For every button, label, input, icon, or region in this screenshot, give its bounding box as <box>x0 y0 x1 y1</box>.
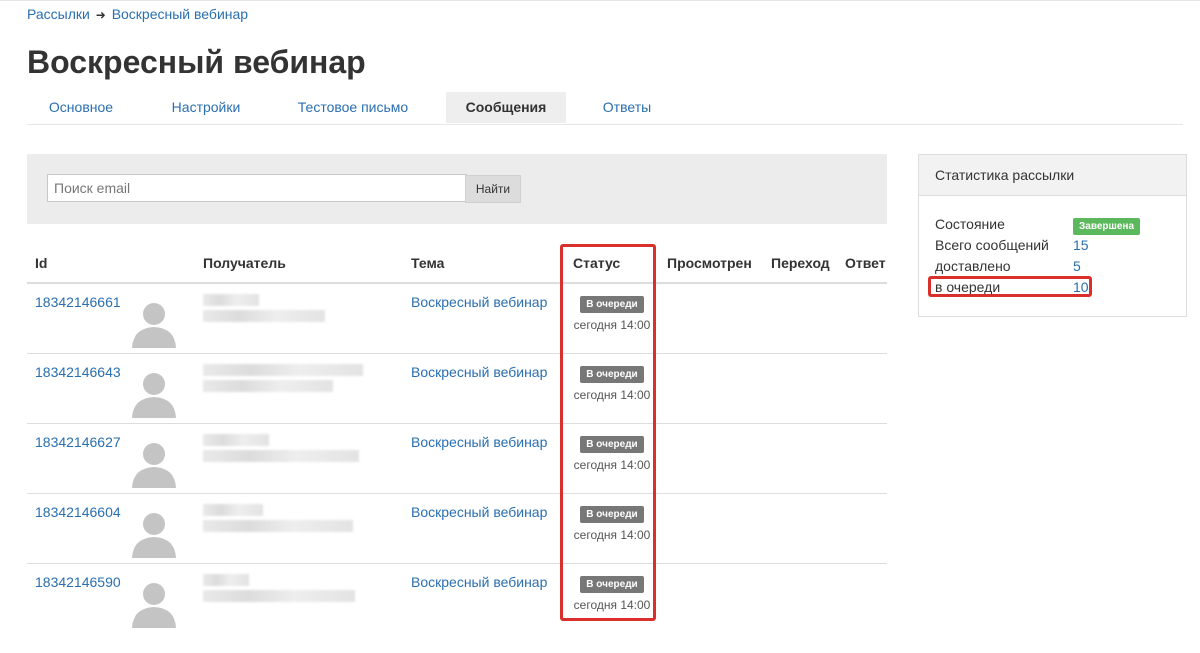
breadcrumb-arrow-icon: ➜ <box>95 8 106 22</box>
status-badge: В очереди <box>580 576 644 593</box>
breadcrumb-root-link[interactable]: Рассылки <box>27 6 90 22</box>
viewed-cell <box>659 563 763 633</box>
recipient-cell <box>132 574 395 633</box>
stats-delivered-link[interactable]: 5 <box>1073 258 1081 274</box>
stats-queued-link[interactable]: 10 <box>1073 279 1089 295</box>
breadcrumb-current-link[interactable]: Воскресный вебинар <box>112 6 248 22</box>
top-divider <box>0 0 1200 1</box>
stats-panel: Статистика рассылки Состояние Завершена … <box>918 154 1187 317</box>
search-email-input[interactable] <box>47 174 467 202</box>
state-badge: Завершена <box>1073 218 1141 235</box>
search-button[interactable]: Найти <box>465 175 521 203</box>
recipient-name-redacted <box>203 574 249 586</box>
messages-table: Id Получатель Тема Статус Просмотрен Пер… <box>27 244 887 633</box>
recipient-cell <box>132 504 395 563</box>
reply-cell <box>837 493 887 564</box>
recipient-name-redacted <box>203 434 269 446</box>
status-time: сегодня 14:00 <box>573 318 651 332</box>
col-header-subject[interactable]: Тема <box>403 244 565 284</box>
breadcrumb: Рассылки ➜ Воскресный вебинар <box>27 6 248 22</box>
message-id-link[interactable]: 18342146627 <box>35 434 121 450</box>
col-header-viewed[interactable]: Просмотрен <box>659 244 763 284</box>
table-header-row: Id Получатель Тема Статус Просмотрен Пер… <box>27 244 887 284</box>
recipient-email-redacted <box>203 520 353 532</box>
user-silhouette-icon <box>132 583 176 628</box>
stats-title: Статистика рассылки <box>919 155 1186 196</box>
table-row: 18342146590 Воскресный вебинар В очереди… <box>27 563 887 633</box>
recipient-name-redacted <box>203 504 263 516</box>
tab-test-email[interactable]: Тестовое письмо <box>277 92 429 123</box>
recipient-cell <box>132 434 395 493</box>
status-badge: В очереди <box>580 506 644 523</box>
tabs-bar: Основное Настройки Тестовое письмо Сообщ… <box>27 92 1183 125</box>
recipient-cell <box>132 364 395 423</box>
reply-cell <box>837 353 887 424</box>
stats-total-link[interactable]: 15 <box>1073 237 1089 253</box>
recipient-cell <box>132 294 395 353</box>
clicked-cell <box>763 493 837 564</box>
clicked-cell <box>763 283 837 354</box>
user-silhouette-icon <box>132 443 176 488</box>
col-header-status[interactable]: Статус <box>565 244 659 284</box>
subject-link[interactable]: Воскресный вебинар <box>411 574 547 590</box>
subject-link[interactable]: Воскресный вебинар <box>411 364 547 380</box>
tab-replies[interactable]: Ответы <box>587 92 667 123</box>
status-badge: В очереди <box>580 436 644 453</box>
user-silhouette-icon <box>132 373 176 418</box>
table-row: 18342146627 Воскресный вебинар В очереди… <box>27 423 887 494</box>
status-time: сегодня 14:00 <box>573 388 651 402</box>
message-id-link[interactable]: 18342146661 <box>35 294 121 310</box>
subject-link[interactable]: Воскресный вебинар <box>411 504 547 520</box>
table-row: 18342146643 Воскресный вебинар В очереди… <box>27 353 887 424</box>
user-silhouette-icon <box>132 513 176 558</box>
recipient-name-redacted <box>203 364 363 376</box>
col-header-recipient[interactable]: Получатель <box>195 244 403 284</box>
subject-link[interactable]: Воскресный вебинар <box>411 294 547 310</box>
clicked-cell <box>763 353 837 424</box>
message-id-link[interactable]: 18342146590 <box>35 574 121 590</box>
subject-link[interactable]: Воскресный вебинар <box>411 434 547 450</box>
recipient-email-redacted <box>203 380 333 392</box>
tab-settings[interactable]: Настройки <box>155 92 257 123</box>
status-badge: В очереди <box>580 296 644 313</box>
tab-messages[interactable]: Сообщения <box>446 92 566 123</box>
stats-state-label: Состояние <box>935 216 1005 232</box>
viewed-cell <box>659 493 763 564</box>
clicked-cell <box>763 563 837 633</box>
col-header-id[interactable]: Id <box>27 244 195 284</box>
status-badge: В очереди <box>580 366 644 383</box>
stats-delivered-label: доставлено <box>935 258 1011 274</box>
status-time: сегодня 14:00 <box>573 598 651 612</box>
reply-cell <box>837 563 887 633</box>
status-time: сегодня 14:00 <box>573 458 651 472</box>
recipient-email-redacted <box>203 590 355 602</box>
reply-cell <box>837 283 887 354</box>
viewed-cell <box>659 423 763 494</box>
clicked-cell <box>763 423 837 494</box>
reply-cell <box>837 423 887 494</box>
viewed-cell <box>659 283 763 354</box>
message-id-link[interactable]: 18342146643 <box>35 364 121 380</box>
status-time: сегодня 14:00 <box>573 528 651 542</box>
stats-queued-label: в очереди <box>935 279 1001 295</box>
table-row: 18342146661 Воскресный вебинар В очереди… <box>27 283 887 354</box>
search-panel: Найти <box>27 154 887 224</box>
user-silhouette-icon <box>132 303 176 348</box>
tab-main[interactable]: Основное <box>27 92 135 123</box>
viewed-cell <box>659 353 763 424</box>
col-header-clicked[interactable]: Переход <box>763 244 837 284</box>
page-title: Воскресный вебинар <box>27 44 366 80</box>
recipient-name-redacted <box>203 294 259 306</box>
recipient-email-redacted <box>203 310 325 322</box>
recipient-email-redacted <box>203 450 359 462</box>
col-header-reply[interactable]: Ответ <box>837 244 887 284</box>
table-row: 18342146604 Воскресный вебинар В очереди… <box>27 493 887 564</box>
stats-total-label: Всего сообщений <box>935 237 1049 253</box>
message-id-link[interactable]: 18342146604 <box>35 504 121 520</box>
